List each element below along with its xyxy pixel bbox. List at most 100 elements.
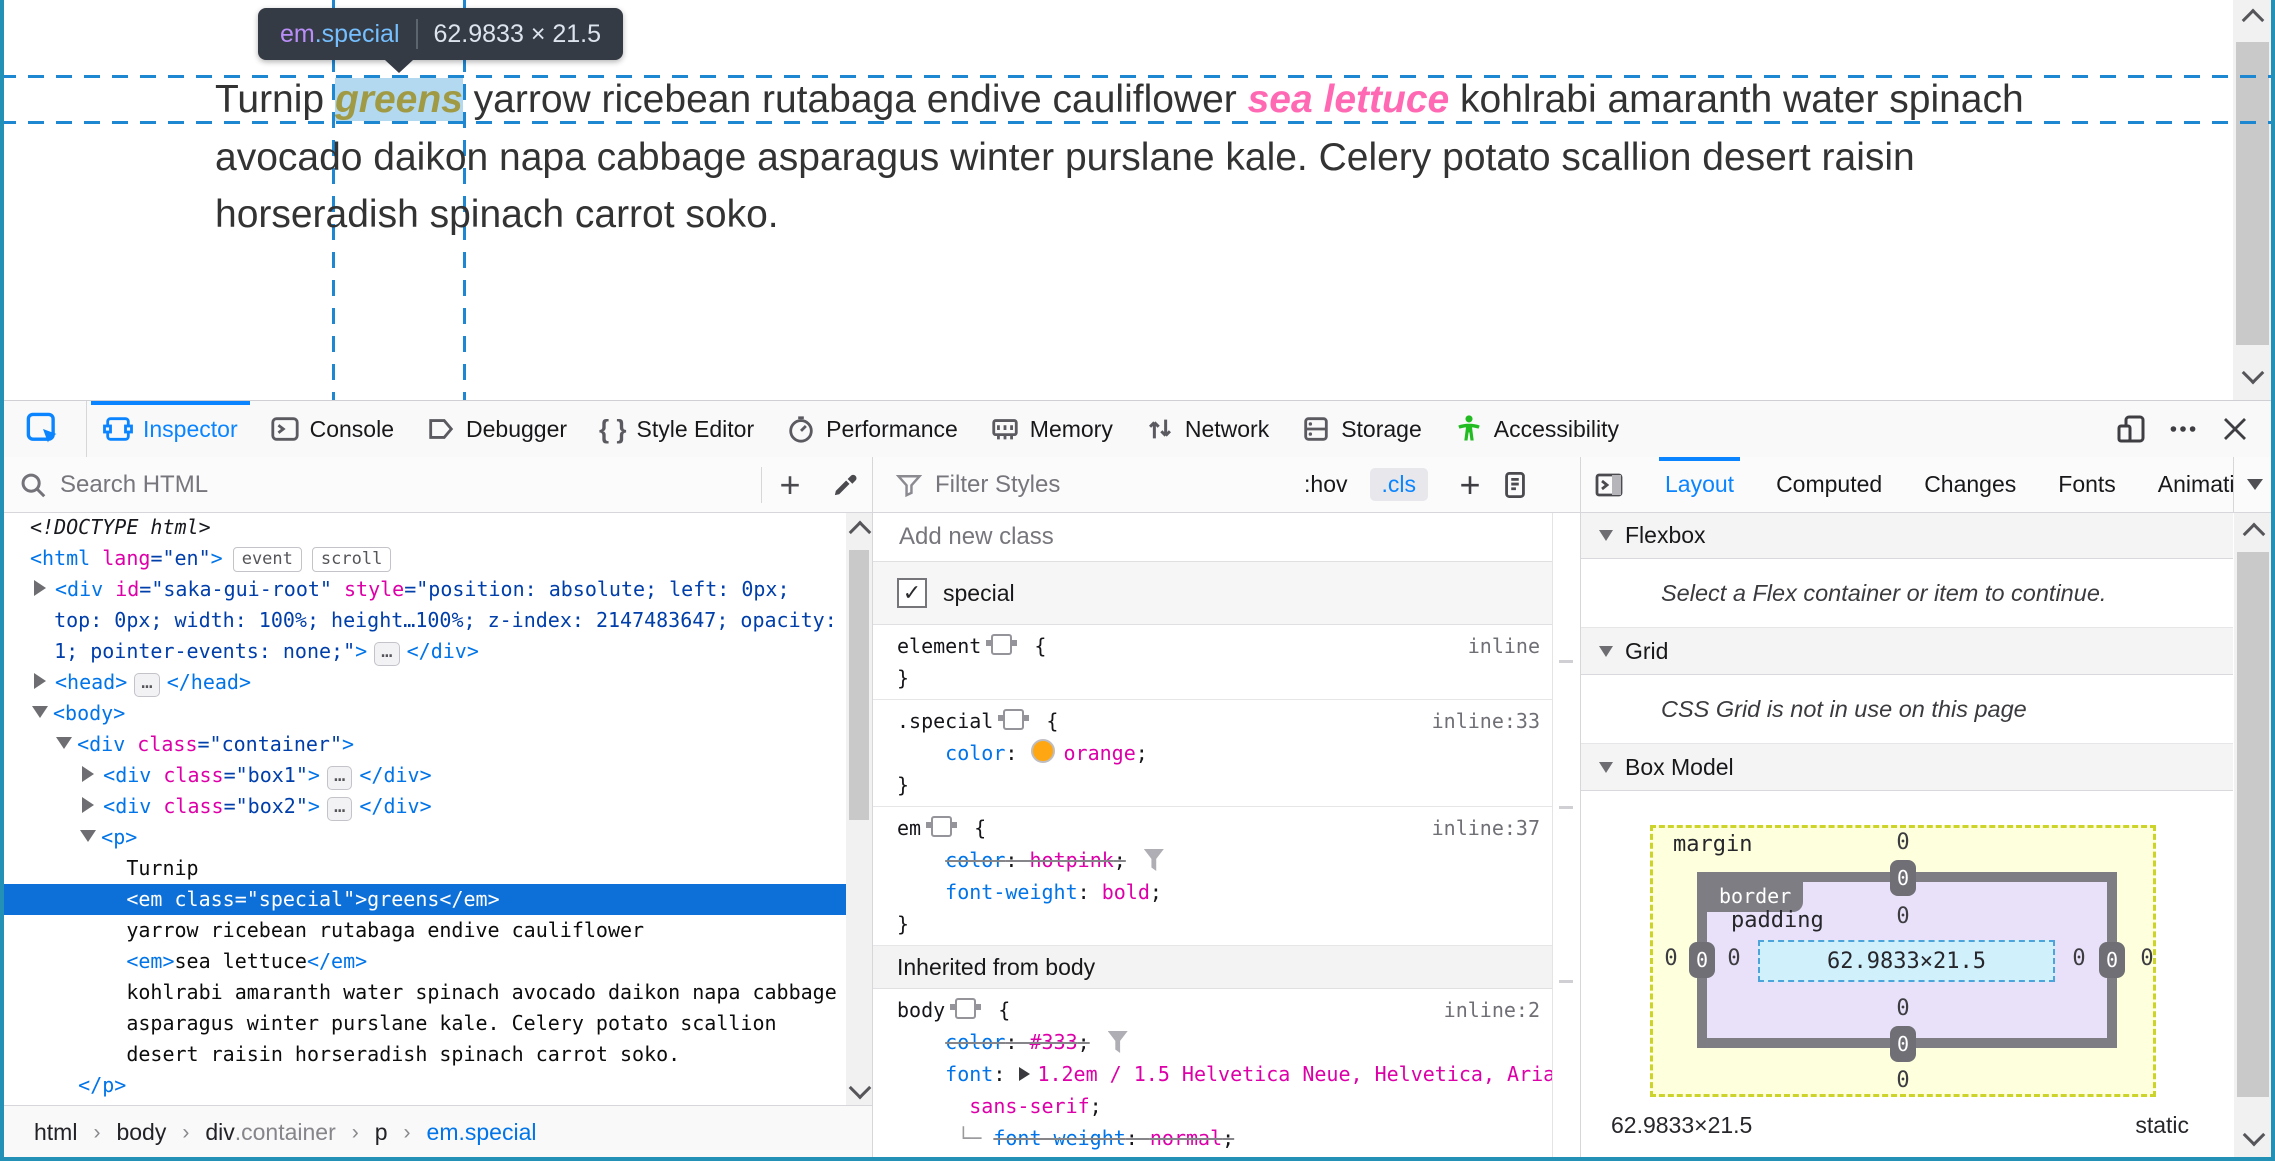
row[interactable]: <body> <box>0 698 846 729</box>
tk-tag: </em> <box>306 949 368 973</box>
padding-bottom-value[interactable]: 0 <box>1896 996 1909 1021</box>
row[interactable]: </p> <box>0 1070 846 1101</box>
layout-scrollbar-thumb[interactable] <box>2237 552 2269 1097</box>
breadcrumb[interactable]: html › body › div .container › p › em.special <box>0 1106 872 1159</box>
class-checkbox[interactable]: ✓ <box>897 578 927 608</box>
row[interactable]: asparagus winter purslane kale. Celery p… <box>0 1008 846 1039</box>
boxmodel-section-header[interactable]: Box Model <box>1581 744 2233 791</box>
pick-element-button[interactable] <box>0 401 87 457</box>
row[interactable]: 1; pointer-events: none;">… </div> <box>0 636 846 667</box>
panel-divider[interactable] <box>872 457 873 1161</box>
element-dimensions: 62.9833×21.5 <box>1611 1112 1753 1138</box>
scroll-down-icon[interactable] <box>848 1076 872 1100</box>
row[interactable]: <head>… </head> <box>0 667 846 698</box>
markup-row-em-special[interactable]: <em class="special">greens</em> <box>0 884 846 915</box>
page-scrollbar[interactable] <box>2233 0 2272 400</box>
row[interactable]: body {inline:2 <box>897 994 1552 1026</box>
tab-fonts[interactable]: Fonts <box>2056 457 2118 512</box>
row[interactable]: color: #333; <box>897 1026 1552 1058</box>
responsive-design-mode-button[interactable] <box>2105 401 2157 457</box>
markup-scrollbar-thumb[interactable] <box>849 550 869 820</box>
rule-body: body {inline:2 color: #333; font: 1.2em … <box>873 989 1552 1158</box>
element-position: static <box>2135 1112 2189 1138</box>
tab-computed[interactable]: Computed <box>1774 457 1884 512</box>
highlighted-em-special[interactable]: greens <box>334 78 463 121</box>
row[interactable]: font: 1.2em / 1.5 Helvetica Neue, Helvet… <box>897 1058 1552 1090</box>
row[interactable]: yarrow ricebean rutabaga endive cauliflo… <box>0 915 846 946</box>
tab-network[interactable]: Network <box>1129 401 1285 457</box>
row[interactable]: <em>sea lettuce</em> <box>0 946 846 977</box>
pseudo-class-button[interactable]: :hov <box>1304 471 1347 498</box>
tab-layout[interactable]: Layout <box>1658 457 1741 512</box>
padding-top-value[interactable]: 0 <box>1896 904 1909 929</box>
add-rule-button[interactable]: + <box>1448 464 1492 506</box>
margin-left-value[interactable]: 0 <box>1664 946 1677 971</box>
tab-memory[interactable]: Memory <box>974 401 1129 457</box>
row[interactable]: em {inline:37 <box>897 812 1552 844</box>
eyedropper-button[interactable] <box>818 470 872 500</box>
sidebar-tabs-overflow[interactable] <box>2233 457 2275 512</box>
layout-scrollbar[interactable] <box>2234 512 2272 1158</box>
row[interactable]: element {inline <box>897 630 1552 662</box>
row[interactable]: <div class="box2">… </div> <box>0 791 846 822</box>
tab-storage[interactable]: Storage <box>1285 401 1438 457</box>
panel-divider[interactable] <box>1580 457 1581 1161</box>
add-new-class-input[interactable]: Add new class <box>873 512 1552 562</box>
scroll-up-icon[interactable] <box>2242 522 2266 546</box>
border-right-value[interactable]: 0 <box>2099 942 2125 978</box>
border-top-value[interactable]: 0 <box>1890 860 1916 896</box>
search-html-input[interactable]: Search HTML <box>60 471 208 499</box>
row[interactable]: } <box>897 908 1552 940</box>
row[interactable]: color: orange; <box>897 737 1552 769</box>
tab-accessibility[interactable]: Accessibility <box>1438 401 1635 457</box>
boxmodel-content-box[interactable]: 62.9833×21.5 <box>1758 940 2055 982</box>
row[interactable]: <div id="saka-gui-root" style="position:… <box>0 574 846 605</box>
tab-console[interactable]: Console <box>254 401 410 457</box>
devtools-menu-button[interactable] <box>2157 401 2209 457</box>
row[interactable]: color: hotpink; <box>897 844 1552 876</box>
row[interactable]: └─ font-weight: normal; <box>897 1122 1552 1154</box>
row[interactable]: <div class="box1">… </div> <box>0 760 846 791</box>
print-media-toggle-button[interactable] <box>1492 470 1538 500</box>
tab-changes[interactable]: Changes <box>1922 457 2018 512</box>
row[interactable]: top: 0px; width: 100%; height…100%; z-in… <box>0 605 846 636</box>
tab-performance[interactable]: Performance <box>770 401 974 457</box>
filter-styles-input[interactable]: Filter Styles <box>935 471 1060 499</box>
sidebar-toggle-button[interactable] <box>1593 469 1625 501</box>
row[interactable]: sans-serif; <box>897 1090 1552 1122</box>
scroll-down-icon[interactable] <box>2242 1123 2266 1147</box>
tab-animations[interactable]: Animati <box>2156 457 2237 512</box>
row[interactable]: <p> <box>0 822 846 853</box>
row[interactable]: desert raisin horseradish spinach carrot… <box>0 1039 846 1070</box>
scroll-up-icon[interactable] <box>848 520 872 544</box>
row[interactable]: kohlrabi amaranth water spinach avocado … <box>0 977 846 1008</box>
margin-bottom-value[interactable]: 0 <box>1896 1068 1909 1093</box>
add-node-button[interactable]: + <box>762 464 818 506</box>
margin-right-value[interactable]: 0 <box>2140 946 2153 971</box>
close-devtools-button[interactable] <box>2209 401 2261 457</box>
row[interactable]: } <box>897 769 1552 801</box>
tk-pill: scroll <box>311 547 392 572</box>
scroll-up-icon[interactable] <box>2241 8 2265 32</box>
class-panel-button[interactable]: .cls <box>1369 468 1428 501</box>
row[interactable]: <div class="container"> <box>0 729 846 760</box>
page-scrollbar-thumb[interactable] <box>2236 42 2269 345</box>
scroll-down-icon[interactable] <box>2241 361 2265 385</box>
padding-left-value[interactable]: 0 <box>1727 946 1740 971</box>
markup-scrollbar[interactable] <box>846 512 872 1105</box>
flexbox-section-header[interactable]: Flexbox <box>1581 512 2233 559</box>
border-bottom-value[interactable]: 0 <box>1890 1026 1916 1062</box>
row[interactable]: font-weight: bold; <box>897 876 1552 908</box>
row[interactable]: <!DOCTYPE html> <box>0 512 846 543</box>
row[interactable]: <html lang="en"> event scroll <box>0 543 846 574</box>
row[interactable]: Turnip <box>0 853 846 884</box>
tab-style-editor[interactable]: { } Style Editor <box>583 401 770 457</box>
tab-debugger[interactable]: Debugger <box>410 401 583 457</box>
border-left-value[interactable]: 0 <box>1689 942 1715 978</box>
tab-inspector[interactable]: Inspector <box>87 401 254 457</box>
margin-top-value[interactable]: 0 <box>1896 830 1909 855</box>
padding-right-value[interactable]: 0 <box>2072 946 2085 971</box>
row[interactable]: } <box>897 662 1552 694</box>
grid-section-header[interactable]: Grid <box>1581 628 2233 675</box>
row[interactable]: .special {inline:33 <box>897 705 1552 737</box>
